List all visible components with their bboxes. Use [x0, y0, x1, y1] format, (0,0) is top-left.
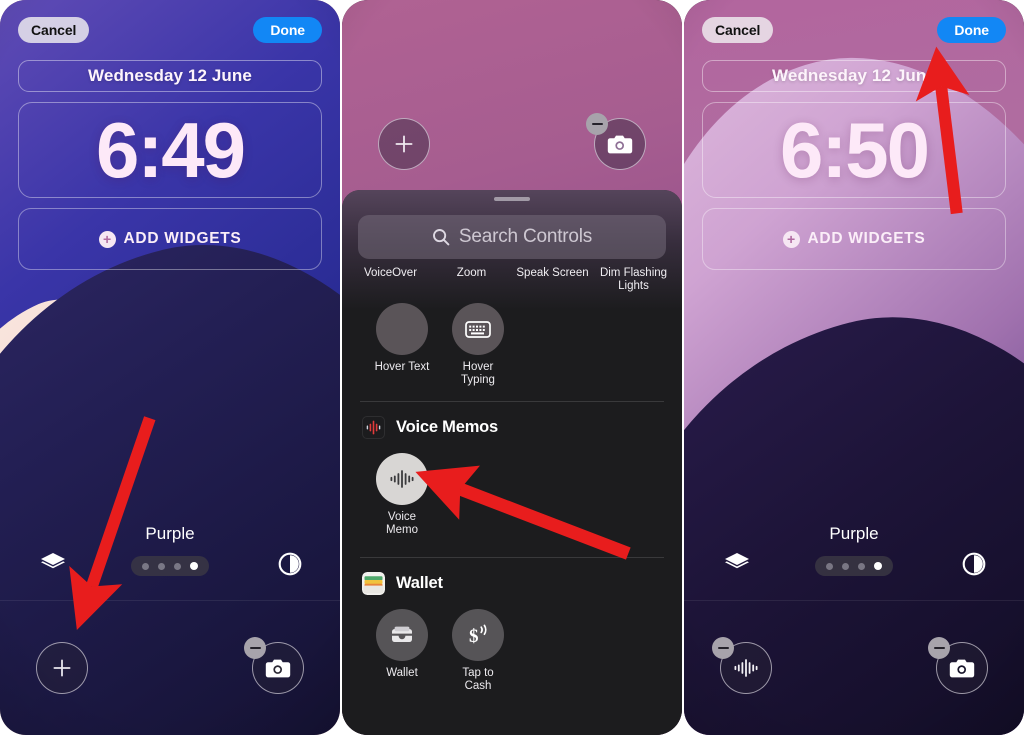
wallet-card-icon [392, 626, 412, 642]
lock-time: 6:50 [779, 106, 930, 194]
layers-icon[interactable] [724, 552, 750, 574]
wallpaper-name-label: Purple [829, 524, 879, 543]
done-button[interactable]: Done [937, 17, 1006, 43]
done-button[interactable]: Done [253, 17, 322, 43]
control-voiceover[interactable]: VoiceOver [350, 267, 431, 293]
camera-control-button[interactable] [586, 113, 646, 170]
voice-memos-app-icon [362, 416, 385, 439]
lock-screen-content: Wednesday 12 June 6:49 + ADD WIDGETS [0, 60, 340, 270]
page-dot[interactable] [858, 562, 865, 570]
page-dot-active[interactable] [190, 562, 198, 570]
plus-icon: + [782, 230, 800, 248]
control-zoom[interactable]: Zoom [431, 267, 512, 293]
control-label: Zoom [456, 267, 487, 279]
section-header-wallet: Wallet [342, 572, 682, 595]
control-wallet[interactable]: Wallet [374, 609, 430, 693]
cancel-button[interactable]: Cancel [702, 17, 774, 43]
tap-to-cash-icon: $ [469, 624, 487, 647]
lock-screen-control-row [342, 108, 682, 184]
remove-control-minus-badge[interactable] [244, 637, 266, 659]
wallet-controls: Wallet $ Tap to Cash [374, 609, 682, 693]
lock-screen-control-row [0, 632, 340, 708]
svg-text:$: $ [469, 626, 479, 647]
section-app-name: Wallet [396, 574, 443, 592]
editor-top-bar: Cancel Done [0, 14, 340, 46]
control-label: Voice Memo [386, 511, 418, 536]
wallpaper-name: Purple [684, 524, 1024, 544]
layers-icon[interactable] [40, 552, 66, 574]
time-widget-slot[interactable]: 6:50 [702, 102, 1006, 198]
lock-date: Wednesday 12 June [88, 66, 252, 85]
date-widget-slot[interactable]: Wednesday 12 June [702, 60, 1006, 92]
remove-control-minus-badge[interactable] [586, 113, 608, 135]
editor-top-bar: Cancel Done [684, 14, 1024, 46]
voice-memo-control-button[interactable] [712, 637, 772, 694]
cancel-button[interactable]: Cancel [18, 17, 90, 43]
section-app-name: Voice Memos [396, 418, 499, 436]
divider [684, 600, 1024, 601]
contrast-icon[interactable] [278, 552, 302, 576]
accessibility-controls-grid: Hover Text Hover Typing [342, 293, 682, 387]
control-label: Tap to Cash [462, 667, 494, 692]
panel-lock-screen-editor-before: Cancel Done Wednesday 12 June 6:49 + ADD… [0, 0, 340, 735]
contrast-icon[interactable] [962, 552, 986, 576]
section-divider [360, 401, 664, 402]
add-widgets-label: ADD WIDGETS [807, 230, 926, 247]
accessibility-controls-row: VoiceOver Zoom Speak Screen Dim Flashing… [342, 267, 682, 293]
blank-icon [376, 303, 428, 355]
wallet-app-icon [362, 572, 385, 595]
lock-screen-content: Wednesday 12 June 6:50 + ADD WIDGETS [684, 60, 1024, 270]
control-hover-typing[interactable]: Hover Typing [450, 303, 506, 387]
voice-memos-controls: Voice Memo [374, 453, 682, 537]
search-icon [432, 229, 450, 246]
lock-screen-control-row [684, 632, 1024, 708]
control-label: VoiceOver [363, 267, 418, 279]
keyboard-icon [465, 320, 491, 338]
control-label: Speak Screen [516, 267, 589, 279]
add-widgets-label: ADD WIDGETS [123, 230, 242, 247]
page-dot[interactable] [142, 562, 149, 570]
control-dim-flashing-lights[interactable]: Dim Flashing Lights [593, 267, 674, 293]
control-label: Wallet [386, 667, 418, 679]
plus-icon: + [98, 230, 116, 248]
time-widget-slot[interactable]: 6:49 [18, 102, 322, 198]
camera-control-button[interactable] [244, 637, 304, 694]
control-label: Hover Text [374, 361, 430, 373]
controls-gallery-sheet: Search Controls VoiceOver Zoom Speak Scr… [342, 190, 682, 735]
page-dot[interactable] [826, 562, 833, 570]
add-control-plus-button[interactable] [378, 118, 430, 170]
sheet-grabber[interactable] [494, 197, 530, 201]
section-header-voice-memos: Voice Memos [342, 416, 682, 439]
wallpaper-name-label: Purple [145, 524, 195, 543]
page-dot[interactable] [842, 562, 849, 570]
screenshot-stage: Cancel Done Wednesday 12 June 6:49 + ADD… [0, 0, 1024, 735]
page-dot[interactable] [174, 562, 181, 570]
control-voice-memo[interactable]: Voice Memo [374, 453, 430, 537]
page-dot-active[interactable] [874, 562, 882, 570]
waveform-icon [734, 659, 758, 677]
search-controls-input[interactable]: Search Controls [358, 215, 666, 259]
lock-time: 6:49 [95, 106, 246, 194]
add-control-plus-button[interactable] [36, 642, 88, 694]
add-widgets-slot[interactable]: + ADD WIDGETS [702, 208, 1006, 270]
wallpaper-name: Purple [0, 524, 340, 544]
page-dot[interactable] [158, 562, 165, 570]
section-divider [360, 557, 664, 558]
panel-lock-screen-editor-after: Cancel Done Wednesday 12 June 6:50 + ADD… [684, 0, 1024, 735]
add-widgets-slot[interactable]: + ADD WIDGETS [18, 208, 322, 270]
search-placeholder: Search Controls [458, 226, 593, 247]
remove-control-minus-badge[interactable] [928, 637, 950, 659]
divider [0, 600, 340, 601]
panel-controls-gallery: Search Controls VoiceOver Zoom Speak Scr… [342, 0, 682, 735]
waveform-icon [390, 470, 414, 488]
remove-control-minus-badge[interactable] [712, 637, 734, 659]
control-label: Hover Typing [461, 361, 495, 386]
camera-control-button[interactable] [928, 637, 988, 694]
control-tap-to-cash[interactable]: $ Tap to Cash [450, 609, 506, 693]
control-hover-text[interactable]: Hover Text [374, 303, 430, 387]
date-widget-slot[interactable]: Wednesday 12 June [18, 60, 322, 92]
control-label: Dim Flashing Lights [599, 267, 668, 292]
lock-date: Wednesday 12 June [772, 66, 936, 85]
control-speak-screen[interactable]: Speak Screen [512, 267, 593, 293]
